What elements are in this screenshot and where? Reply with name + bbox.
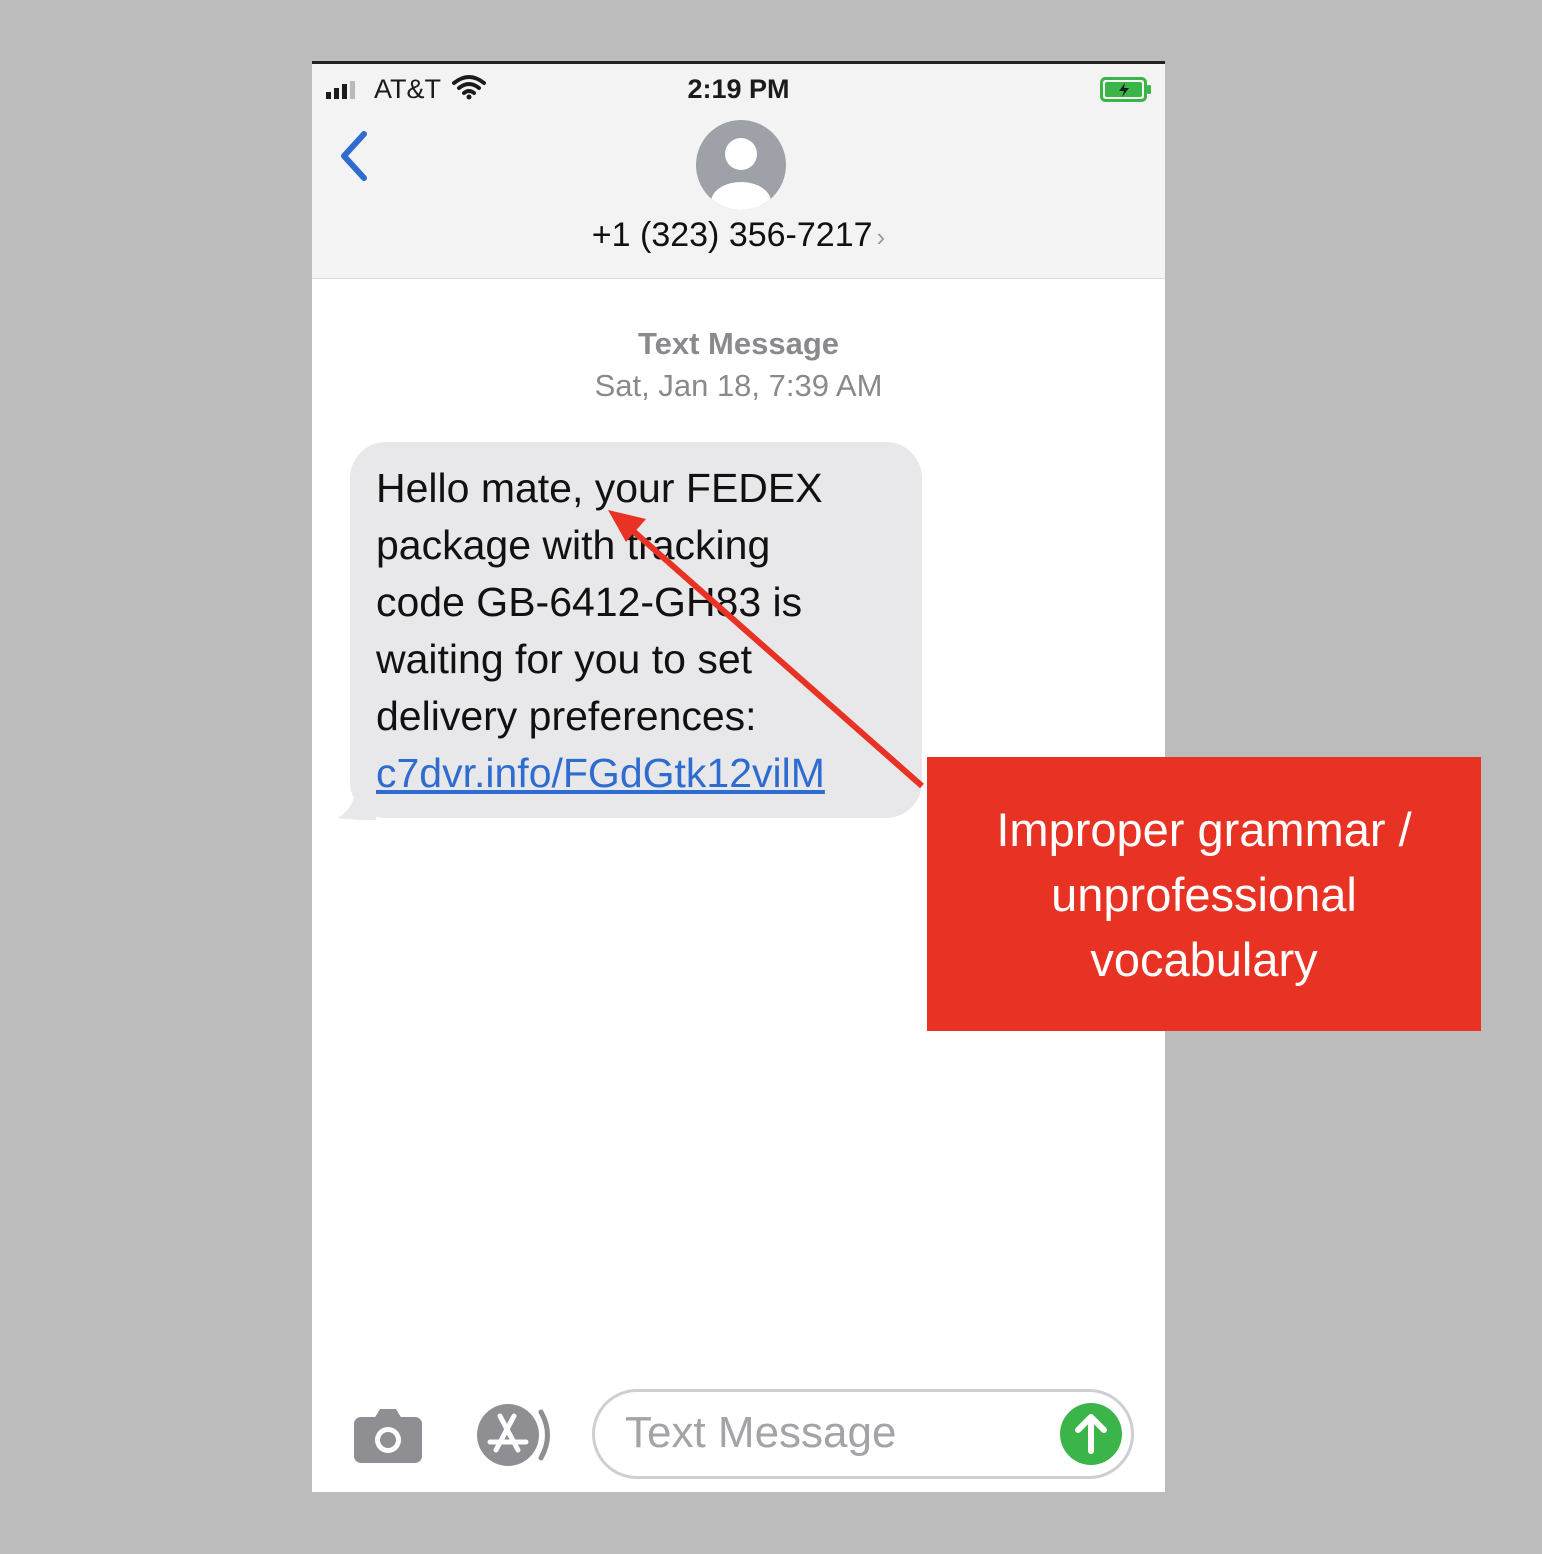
message-link[interactable]: c7dvr.info/FGdGtk12vilM [376, 745, 906, 802]
contact-number-text: +1 (323) 356-7217 [591, 216, 873, 254]
service-label: Text Message [637, 326, 839, 361]
chevron-right-icon: › [876, 222, 886, 252]
contact-avatar-icon[interactable] [694, 118, 788, 212]
message-text: Hello mate, your FEDEX package with trac… [376, 465, 823, 739]
send-arrow-icon[interactable] [1058, 1401, 1124, 1467]
status-time: 2:19 PM [687, 74, 790, 104]
contact-number[interactable]: +1 (323) 356-7217 › [312, 216, 1165, 255]
back-chevron-icon[interactable] [334, 128, 374, 184]
message-input-placeholder: Text Message [625, 1408, 897, 1457]
camera-icon[interactable] [352, 1405, 424, 1465]
status-bar: AT&T 2:19 PM [312, 64, 1165, 114]
message-input[interactable]: Text Message [592, 1389, 1134, 1479]
conversation-header: AT&T 2:19 PM +1 (323) 356-7217 › [312, 64, 1165, 279]
incoming-message-bubble: Hello mate, your FEDEX package with trac… [350, 442, 922, 818]
message-timestamp: Sat, Jan 18, 7:39 AM [594, 368, 883, 403]
annotation-callout: Improper grammar / unprofessional vocabu… [927, 757, 1481, 1031]
battery-charging-icon [1100, 77, 1151, 102]
app-store-icon[interactable] [470, 1402, 554, 1468]
